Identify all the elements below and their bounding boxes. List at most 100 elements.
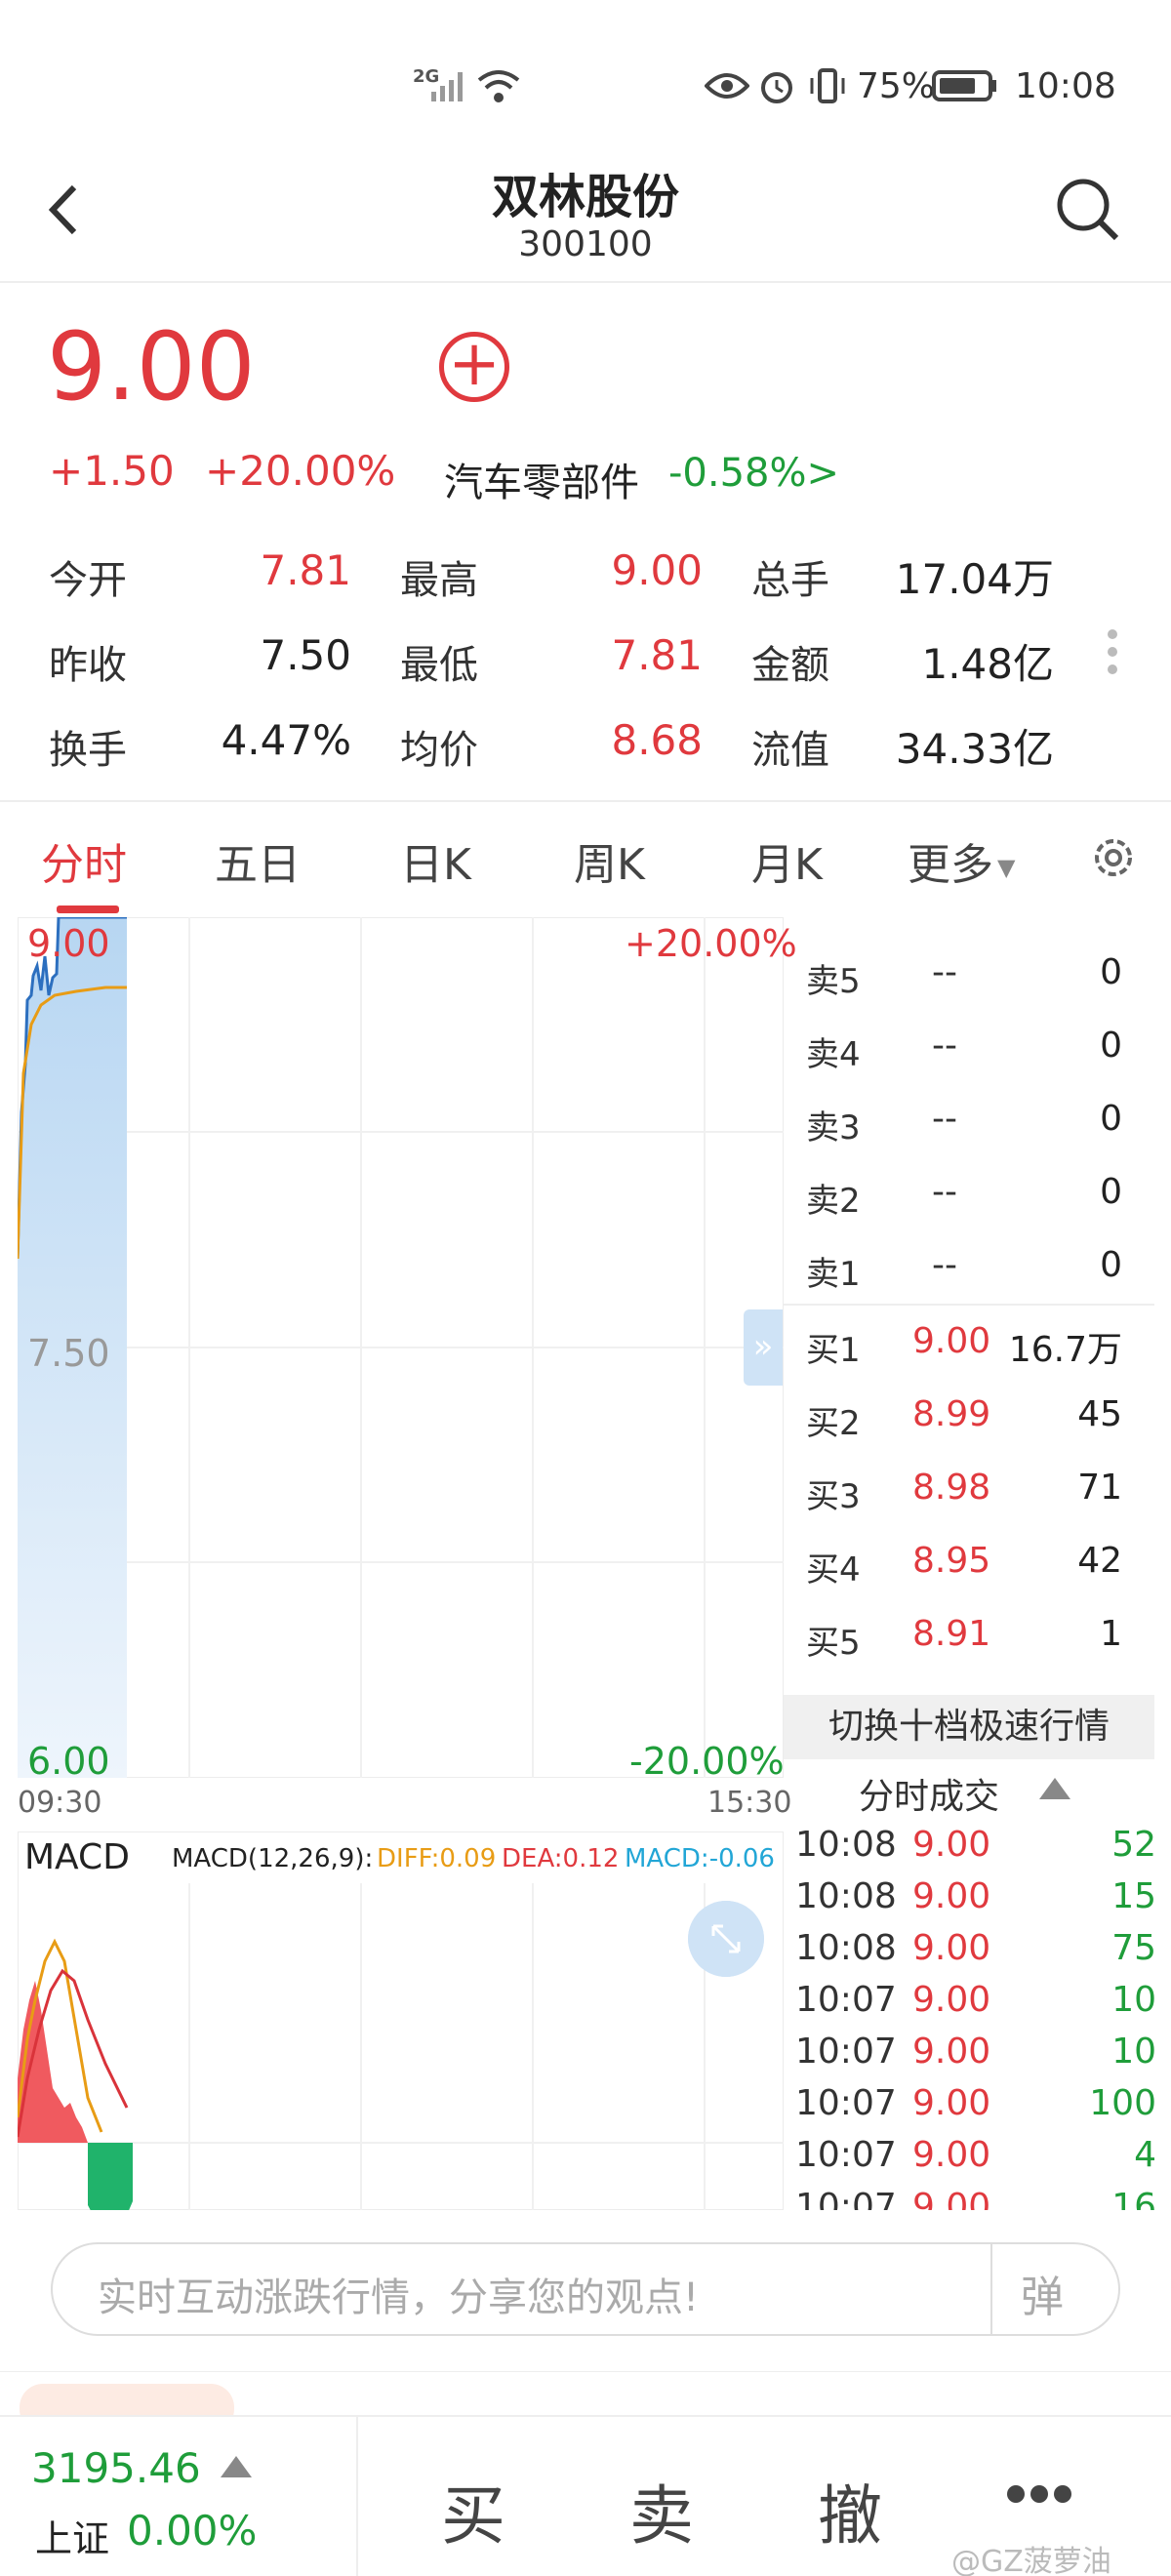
buy-level-label: 买5 (806, 1624, 861, 1663)
sell-level-label: 卖4 (806, 1035, 861, 1074)
price-axis-low: 6.00 (27, 1740, 110, 1783)
quote-label: 最高 (400, 558, 478, 603)
sell-level-volume: 0 (1100, 1026, 1122, 1066)
index-change-pct[interactable]: 0.00% (127, 2507, 257, 2555)
price-change-pct: +20.00% (205, 447, 396, 495)
sector-change[interactable]: -0.58%> (668, 451, 839, 496)
expand-order-book-button[interactable]: » (744, 1309, 783, 1386)
sell-level-price: -- (932, 952, 957, 992)
trade-time: 10:08 (795, 1876, 897, 1916)
stock-name: 双林股份 (491, 170, 679, 224)
trade-price: 9.00 (912, 1980, 991, 2020)
trade-volume: 10 (1111, 2032, 1156, 2072)
buy-level-volume: 16.7万 (1008, 1330, 1122, 1370)
search-icon[interactable] (1054, 176, 1122, 244)
trade-time: 10:07 (795, 2083, 897, 2123)
divider (0, 800, 1171, 802)
trade-volume: 15 (1111, 1876, 1156, 1916)
add-watchlist-button[interactable]: + (439, 332, 509, 402)
index-value[interactable]: 3195.46 (31, 2444, 201, 2492)
quote-label: 总手 (751, 558, 829, 603)
tab-weekly-k[interactable]: 周K (574, 829, 645, 892)
more-options-button[interactable] (1007, 2485, 1085, 2505)
quote-value: 7.81 (260, 546, 351, 594)
sell-button[interactable]: 卖 (629, 2464, 694, 2557)
tab-monthly-k[interactable]: 月K (751, 829, 823, 892)
quote-label: 流值 (751, 728, 829, 773)
sell-level-label: 卖1 (806, 1255, 861, 1294)
pct-axis-high: +20.00% (625, 922, 797, 965)
macd-params: MACD(12,26,9): (172, 1844, 374, 1873)
switch-ten-level-button[interactable]: 切换十档极速行情 (784, 1695, 1154, 1759)
trade-volume: 75 (1111, 1928, 1156, 1968)
watermark: @GZ菠萝油 (951, 2545, 1111, 2576)
sector-name[interactable]: 汽车零部件 (444, 451, 639, 507)
buy-level-volume: 42 (1077, 1541, 1122, 1581)
trade-price: 9.00 (912, 1876, 991, 1916)
tab-timeshare[interactable]: 分时 (41, 829, 127, 892)
buy-level-label: 买2 (806, 1404, 861, 1443)
macd-value: MACD:-0.06 (625, 1844, 775, 1873)
sell-level-label: 卖2 (806, 1182, 861, 1221)
tab-daily-k[interactable]: 日K (400, 829, 471, 892)
macd-label[interactable]: MACD (24, 1837, 130, 1877)
stock-code: 300100 (518, 224, 653, 264)
trade-price: 9.00 (912, 2135, 991, 2175)
tab-five-day[interactable]: 五日 (215, 829, 301, 892)
trade-time: 10:08 (795, 1825, 897, 1865)
quote-label: 昨收 (49, 643, 127, 688)
intraday-chart-plot (18, 917, 784, 1778)
news-ticker[interactable] (0, 2371, 1171, 2415)
buy-button[interactable]: 买 (441, 2464, 505, 2557)
tab-more[interactable]: 更多 ▼ (908, 829, 1015, 892)
nav-bar: 双林股份 300100 (0, 146, 1171, 283)
wifi-icon (477, 70, 520, 102)
caret-up-icon[interactable] (1039, 1778, 1070, 1799)
time-axis-open: 09:30 (18, 1786, 102, 1820)
trade-volume: 52 (1111, 1825, 1156, 1865)
quote-value: 8.68 (611, 716, 703, 764)
trades-title[interactable]: 分时成交 (859, 1768, 999, 1819)
tab-more-label: 更多 (908, 840, 993, 890)
trade-time: 10:07 (795, 2032, 897, 2072)
buy-level-price: 8.95 (912, 1541, 991, 1581)
quote-label: 最低 (400, 643, 478, 688)
status-bar: 2G 75% 10:08 (0, 0, 1171, 137)
buy-level-label: 买4 (806, 1550, 861, 1590)
buy-level-volume: 71 (1077, 1468, 1122, 1508)
more-quote-button[interactable] (1108, 629, 1121, 688)
divider (990, 2244, 992, 2334)
zoom-icon[interactable] (688, 1901, 764, 1977)
macd-diff: DIFF:0.09 (377, 1844, 497, 1873)
pct-axis-low: -20.00% (629, 1740, 785, 1783)
buy-level-volume: 1 (1100, 1614, 1122, 1654)
sell-level-volume: 0 (1100, 1099, 1122, 1139)
trades-list[interactable]: 10:08 9.00 52 10:08 9.00 15 10:08 9.00 7… (784, 1815, 1171, 2210)
buy-level-price: 8.91 (912, 1614, 991, 1654)
caret-down-icon: ▼ (997, 854, 1016, 881)
quote-label: 换手 (49, 728, 127, 773)
price-axis-mid: 7.50 (27, 1332, 110, 1375)
sell-level-price: -- (932, 1026, 957, 1066)
trade-time: 10:08 (795, 1928, 897, 1968)
clock: 10:08 (1015, 66, 1116, 106)
trade-volume: 16 (1111, 2187, 1156, 2210)
index-name[interactable]: 上证 (35, 2509, 109, 2562)
trade-time: 10:07 (795, 2187, 897, 2210)
caret-up-icon[interactable] (221, 2456, 252, 2477)
alarm-icon (761, 72, 792, 103)
gear-icon[interactable] (1088, 832, 1139, 883)
macd-plot (18, 1883, 784, 2210)
signal-icon (431, 72, 463, 101)
sell-level-price: -- (932, 1172, 957, 1212)
quote-value: 1.48亿 (921, 640, 1054, 688)
sell-level-volume: 0 (1100, 952, 1122, 992)
divider (356, 2417, 358, 2576)
cancel-order-button[interactable]: 撤 (818, 2464, 882, 2557)
macd-dea: DEA:0.12 (502, 1844, 620, 1873)
trade-price: 9.00 (912, 1825, 991, 1865)
trade-volume: 10 (1111, 1980, 1156, 2020)
ticker-badge (20, 2384, 234, 2415)
danmu-toggle-button[interactable]: 弹 (1021, 2262, 1064, 2324)
buy-level-price: 8.99 (912, 1394, 991, 1434)
